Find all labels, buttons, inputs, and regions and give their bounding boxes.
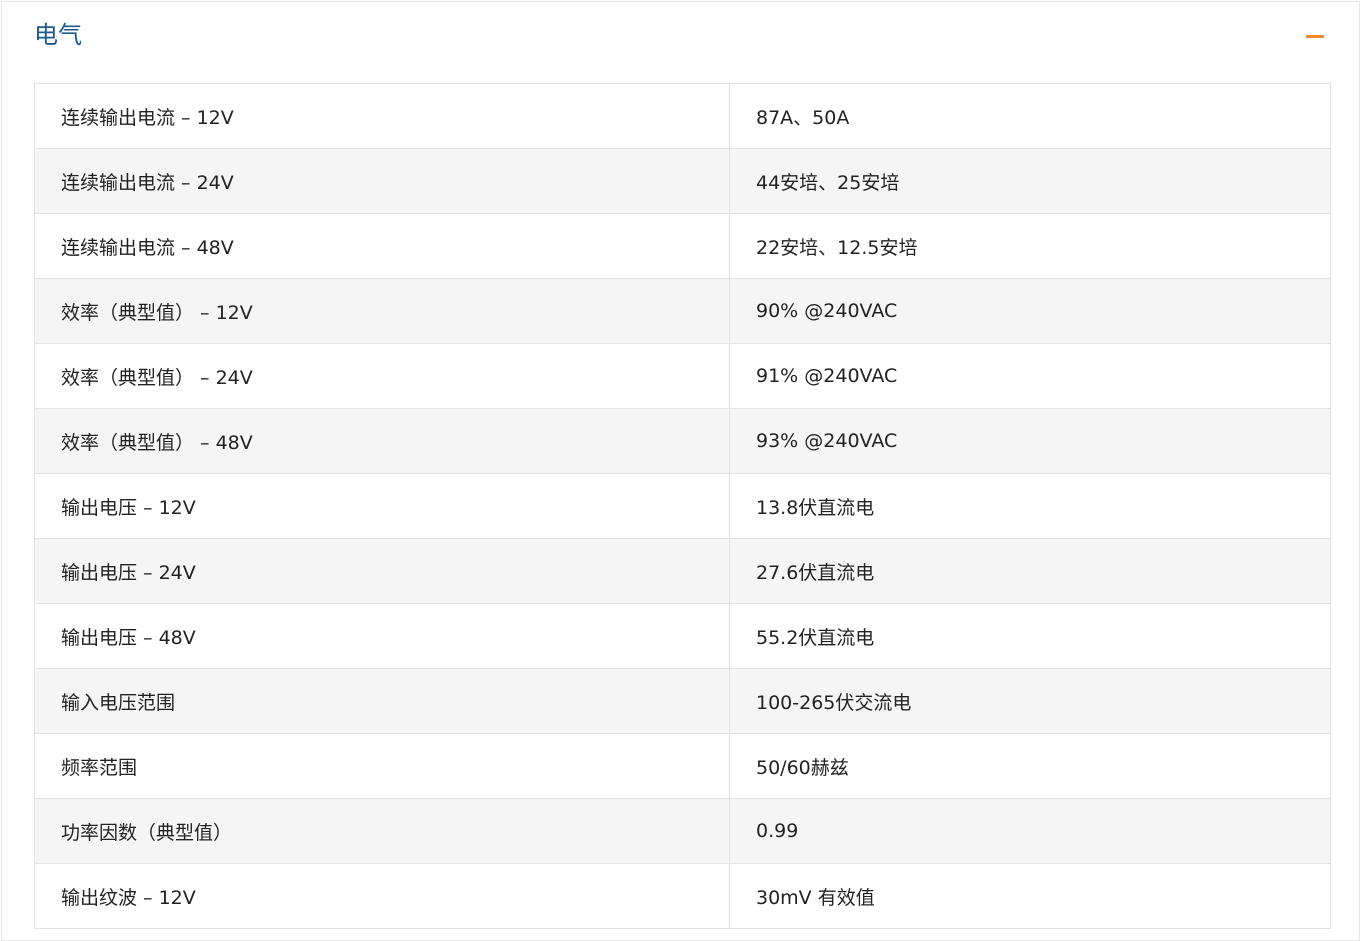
spec-label: 输出电压 – 48V xyxy=(34,603,730,669)
spec-value: 27.6伏直流电 xyxy=(729,538,1331,604)
spec-value: 22安培、12.5安培 xyxy=(729,213,1331,279)
spec-label: 连续输出电流 – 12V xyxy=(34,83,730,149)
spec-value: 91% @240VAC xyxy=(729,343,1331,409)
spec-label: 连续输出电流 – 24V xyxy=(34,148,730,214)
spec-label: 输出纹波 – 12V xyxy=(34,863,730,929)
spec-value: 0.99 xyxy=(729,798,1331,864)
spec-label: 效率（典型值） – 12V xyxy=(34,278,730,344)
spec-label: 输出电压 – 12V xyxy=(34,473,730,539)
table-row: 连续输出电流 – 12V 87A、50A xyxy=(34,83,1331,149)
table-row: 效率（典型值） – 48V 93% @240VAC xyxy=(34,408,1331,474)
electrical-spec-panel: 电气 连续输出电流 – 12V 87A、50A 连续输出电流 – 24V 44安… xyxy=(1,1,1360,941)
spec-label: 效率（典型值） – 48V xyxy=(34,408,730,474)
collapse-button[interactable] xyxy=(1296,24,1330,48)
table-row: 连续输出电流 – 48V 22安培、12.5安培 xyxy=(34,213,1331,279)
spec-label: 效率（典型值） – 24V xyxy=(34,343,730,409)
table-row: 效率（典型值） – 24V 91% @240VAC xyxy=(34,343,1331,409)
table-row: 效率（典型值） – 12V 90% @240VAC xyxy=(34,278,1331,344)
spec-value: 93% @240VAC xyxy=(729,408,1331,474)
table-row: 输出纹波 – 12V 30mV 有效值 xyxy=(34,863,1331,929)
table-row: 输入电压范围 100-265伏交流电 xyxy=(34,668,1331,734)
spec-label: 连续输出电流 – 48V xyxy=(34,213,730,279)
table-row: 连续输出电流 – 24V 44安培、25安培 xyxy=(34,148,1331,214)
table-row: 输出电压 – 48V 55.2伏直流电 xyxy=(34,603,1331,669)
spec-value: 30mV 有效值 xyxy=(729,863,1331,929)
section-header[interactable]: 电气 xyxy=(2,2,1359,72)
spec-label: 输出电压 – 24V xyxy=(34,538,730,604)
section-title: 电气 xyxy=(34,21,82,49)
spec-value: 90% @240VAC xyxy=(729,278,1331,344)
spec-value: 87A、50A xyxy=(729,83,1331,149)
table-row: 输出电压 – 24V 27.6伏直流电 xyxy=(34,538,1331,604)
spec-label: 频率范围 xyxy=(34,733,730,799)
spec-value: 13.8伏直流电 xyxy=(729,473,1331,539)
table-row: 输出电压 – 12V 13.8伏直流电 xyxy=(34,473,1331,539)
spec-value: 50/60赫兹 xyxy=(729,733,1331,799)
spec-value: 44安培、25安培 xyxy=(729,148,1331,214)
spec-table: 连续输出电流 – 12V 87A、50A 连续输出电流 – 24V 44安培、2… xyxy=(34,83,1331,929)
spec-label: 功率因数（典型值） xyxy=(34,798,730,864)
spec-value: 100-265伏交流电 xyxy=(729,668,1331,734)
table-row: 功率因数（典型值） 0.99 xyxy=(34,798,1331,864)
table-row: 频率范围 50/60赫兹 xyxy=(34,733,1331,799)
spec-label: 输入电压范围 xyxy=(34,668,730,734)
minus-icon xyxy=(1306,35,1324,38)
spec-value: 55.2伏直流电 xyxy=(729,603,1331,669)
